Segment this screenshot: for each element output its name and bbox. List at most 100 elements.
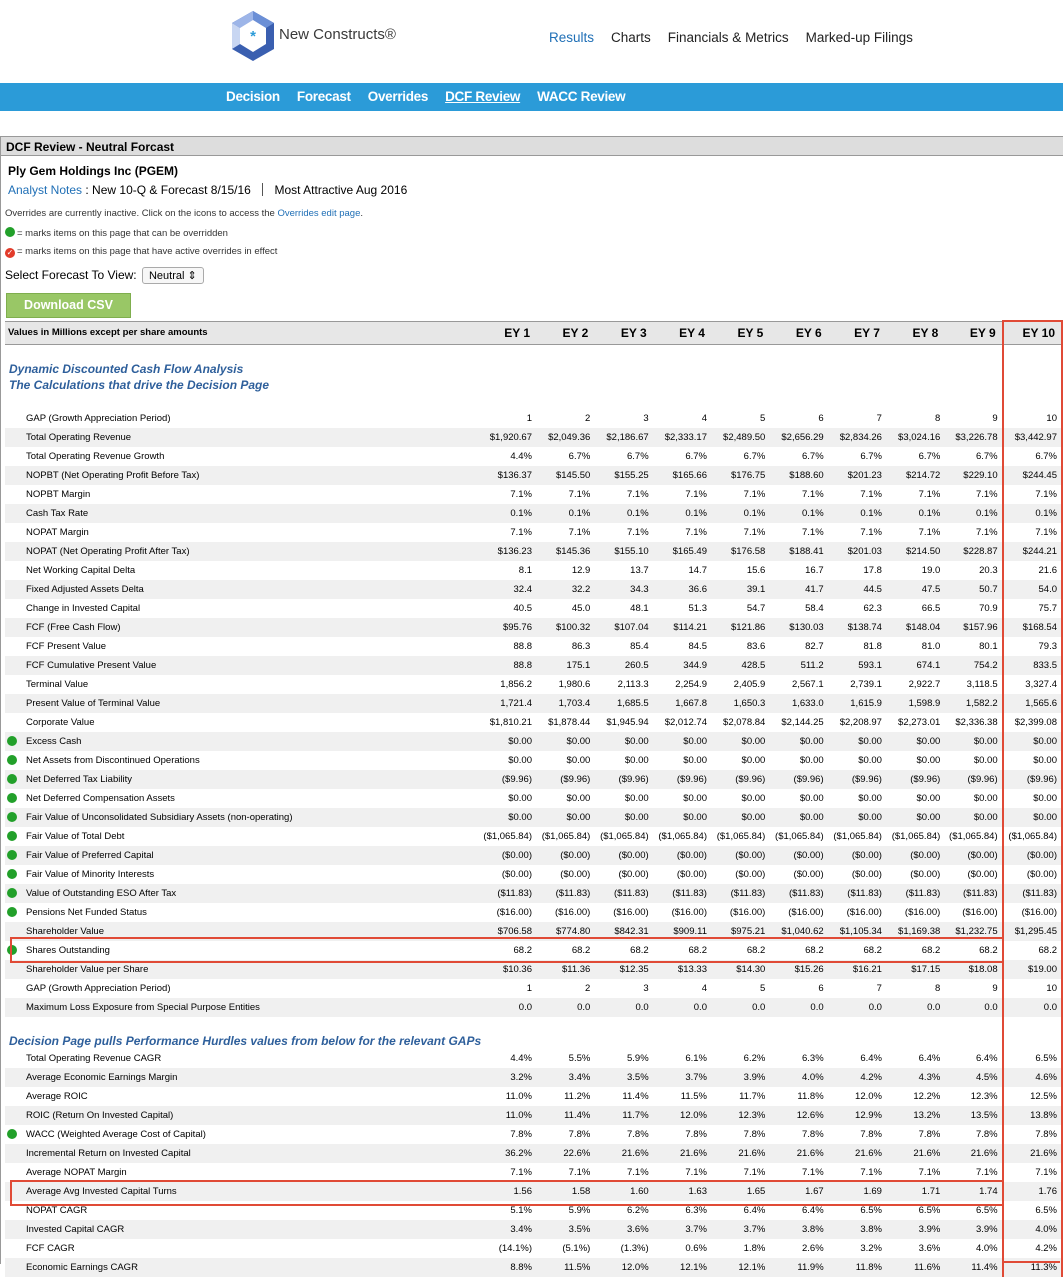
- section-title: Decision Page pulls Performance Hurdles …: [5, 1033, 1003, 1049]
- cell-ey-3: $155.10: [594, 542, 653, 561]
- cell-ey-6: 1.67: [769, 1182, 828, 1201]
- cell-ey-5: ($16.00): [729, 907, 766, 918]
- cell-ey-2: 32.2: [536, 580, 595, 599]
- row-label-cell: FCF Present Value: [5, 637, 478, 656]
- cell-ey-8: ($11.83): [885, 884, 945, 903]
- cell-ey-3: $2,186.67: [594, 428, 653, 447]
- cell-ey-5: 5: [760, 983, 766, 994]
- table-row: Incremental Return on Invested Capital 36…: [5, 1144, 1063, 1163]
- cell-ey-4: $0.00: [652, 808, 711, 827]
- cell-ey-8: $2,273.01: [898, 717, 941, 728]
- cell-ey-4: 14.7: [688, 565, 707, 576]
- subnav-dcf-review[interactable]: DCF Review: [445, 89, 520, 104]
- row-label: Invested Capital CAGR: [26, 1224, 125, 1235]
- override-green-dot-icon[interactable]: [7, 831, 17, 841]
- new-constructs-logo-icon[interactable]: *: [230, 10, 276, 62]
- override-green-dot-icon[interactable]: [7, 945, 17, 955]
- nav-marked-up-filings[interactable]: Marked-up Filings: [806, 30, 913, 45]
- cell-ey-6: 82.7: [805, 641, 824, 652]
- cell-ey-1: 4.4%: [510, 451, 532, 462]
- cell-ey-1: $1,920.67: [477, 428, 536, 447]
- section-title: Dynamic Discounted Cash Flow Analysis: [5, 361, 1003, 377]
- row-label-cell: Average NOPAT Margin: [5, 1163, 478, 1182]
- green-dot-icon: [5, 227, 15, 237]
- cell-ey-6: $0.00: [799, 755, 824, 766]
- cell-ey-2: $100.32: [536, 618, 595, 637]
- override-green-dot-icon[interactable]: [7, 869, 17, 879]
- cell-ey-10: $0.00: [1001, 732, 1063, 751]
- table-row: Change in Invested Capital 40.5 45.0 48.1 51…: [5, 599, 1063, 618]
- override-green-dot-icon[interactable]: [7, 888, 17, 898]
- override-green-dot-icon[interactable]: [7, 793, 17, 803]
- cell-ey-9: 20.3: [979, 565, 998, 576]
- row-label: Net Deferred Compensation Assets: [26, 793, 175, 804]
- cell-ey-1: ($9.96): [477, 770, 536, 789]
- override-green-dot-icon[interactable]: [7, 755, 17, 765]
- cell-ey-8: 6.5%: [918, 1205, 941, 1216]
- forecast-select[interactable]: Neutral ⇕: [141, 267, 204, 284]
- row-label: Average Avg Invested Capital Turns: [26, 1186, 177, 1197]
- cell-ey-3: $0.00: [594, 732, 653, 751]
- cell-ey-3: (1.3%): [620, 1243, 649, 1254]
- table-row: Fair Value of Unconsolidated Subsidiary …: [5, 808, 1063, 827]
- subnav-wacc-review[interactable]: WACC Review: [537, 89, 626, 104]
- override-green-dot-icon[interactable]: [7, 774, 17, 784]
- cell-ey-7: 7: [876, 413, 882, 424]
- cell-ey-7: 11.8%: [827, 1258, 886, 1277]
- column-header-ey-2: EY 2: [536, 320, 595, 345]
- subnav-overrides[interactable]: Overrides: [368, 89, 429, 104]
- cell-ey-1: $0.00: [508, 755, 532, 766]
- table-row: WACC (Weighted Average Cost of Capital) 7…: [5, 1125, 1063, 1144]
- overrides-edit-link[interactable]: Overrides edit page: [277, 208, 360, 219]
- override-green-dot-icon[interactable]: [7, 907, 17, 917]
- cell-ey-1: ($0.00): [477, 846, 536, 865]
- company-name: Ply Gem Holdings Inc (PGEM): [8, 164, 179, 178]
- analyst-notes-link[interactable]: Analyst Notes: [8, 183, 82, 197]
- cell-ey-7: 7.8%: [860, 1129, 882, 1140]
- row-label: Fair Value of Total Debt: [26, 831, 125, 842]
- cell-ey-4: $0.00: [683, 755, 707, 766]
- table-row: Fair Value of Minority Interests ($0.00)(…: [5, 865, 1063, 884]
- row-label: Fair Value of Preferred Capital: [26, 850, 154, 861]
- table-row: GAP (Growth Appreciation Period) 1 2 3 4 5 6 7 8…: [5, 979, 1063, 998]
- cell-ey-10: 79.3: [1001, 637, 1063, 656]
- cell-ey-9: 9: [992, 983, 998, 994]
- cell-ey-1: ($11.83): [477, 884, 536, 903]
- cell-ey-10: 68.2: [1001, 941, 1063, 960]
- cell-ey-7: 3.2%: [860, 1243, 882, 1254]
- table-row: Fair Value of Total Debt ($1,065.84) ($1,0…: [5, 827, 1063, 846]
- cell-ey-3: 0.1%: [594, 504, 653, 523]
- subnav-decision[interactable]: Decision: [226, 89, 280, 104]
- cell-ey-5: 11.7%: [739, 1091, 766, 1102]
- cell-ey-8: 0.1%: [885, 504, 945, 523]
- cell-ey-4: 4: [701, 413, 707, 424]
- cell-ey-10: 0.0: [1001, 998, 1063, 1017]
- cell-ey-5: 6.7%: [743, 451, 766, 462]
- override-green-dot-icon[interactable]: [7, 1129, 17, 1139]
- cell-ey-2: 45.0: [571, 603, 591, 614]
- cell-ey-6: ($0.00): [793, 869, 824, 880]
- override-green-dot-icon[interactable]: [7, 736, 17, 746]
- cell-ey-7: 62.3: [863, 603, 882, 614]
- cell-ey-5: 7.8%: [743, 1129, 766, 1140]
- cell-ey-3: 1,685.5: [594, 694, 653, 713]
- override-green-dot-icon[interactable]: [7, 812, 17, 822]
- nav-financials-metrics[interactable]: Financials & Metrics: [668, 30, 789, 45]
- cell-ey-9: 11.4%: [944, 1258, 1003, 1277]
- cell-ey-1: 11.0%: [505, 1091, 532, 1102]
- cell-ey-9: ($0.00): [944, 846, 1003, 865]
- nav-results[interactable]: Results: [549, 30, 594, 45]
- override-green-dot-icon[interactable]: [7, 850, 17, 860]
- row-label-cell: NOPAT Margin: [5, 523, 478, 542]
- cell-ey-4: 7.8%: [685, 1129, 707, 1140]
- subnav-forecast[interactable]: Forecast: [297, 89, 351, 104]
- nav-charts[interactable]: Charts: [611, 30, 651, 45]
- download-csv-button[interactable]: Download CSV: [6, 293, 131, 318]
- cell-ey-1: 88.8: [513, 641, 533, 652]
- cell-ey-4: 36.6: [652, 580, 711, 599]
- column-header-ey-4: EY 4: [652, 320, 711, 345]
- brand-name[interactable]: New Constructs®: [279, 26, 396, 43]
- cell-ey-5: 5: [760, 413, 766, 424]
- cell-ey-9: $229.10: [944, 466, 1003, 485]
- cell-ey-8: 7.1%: [918, 489, 941, 500]
